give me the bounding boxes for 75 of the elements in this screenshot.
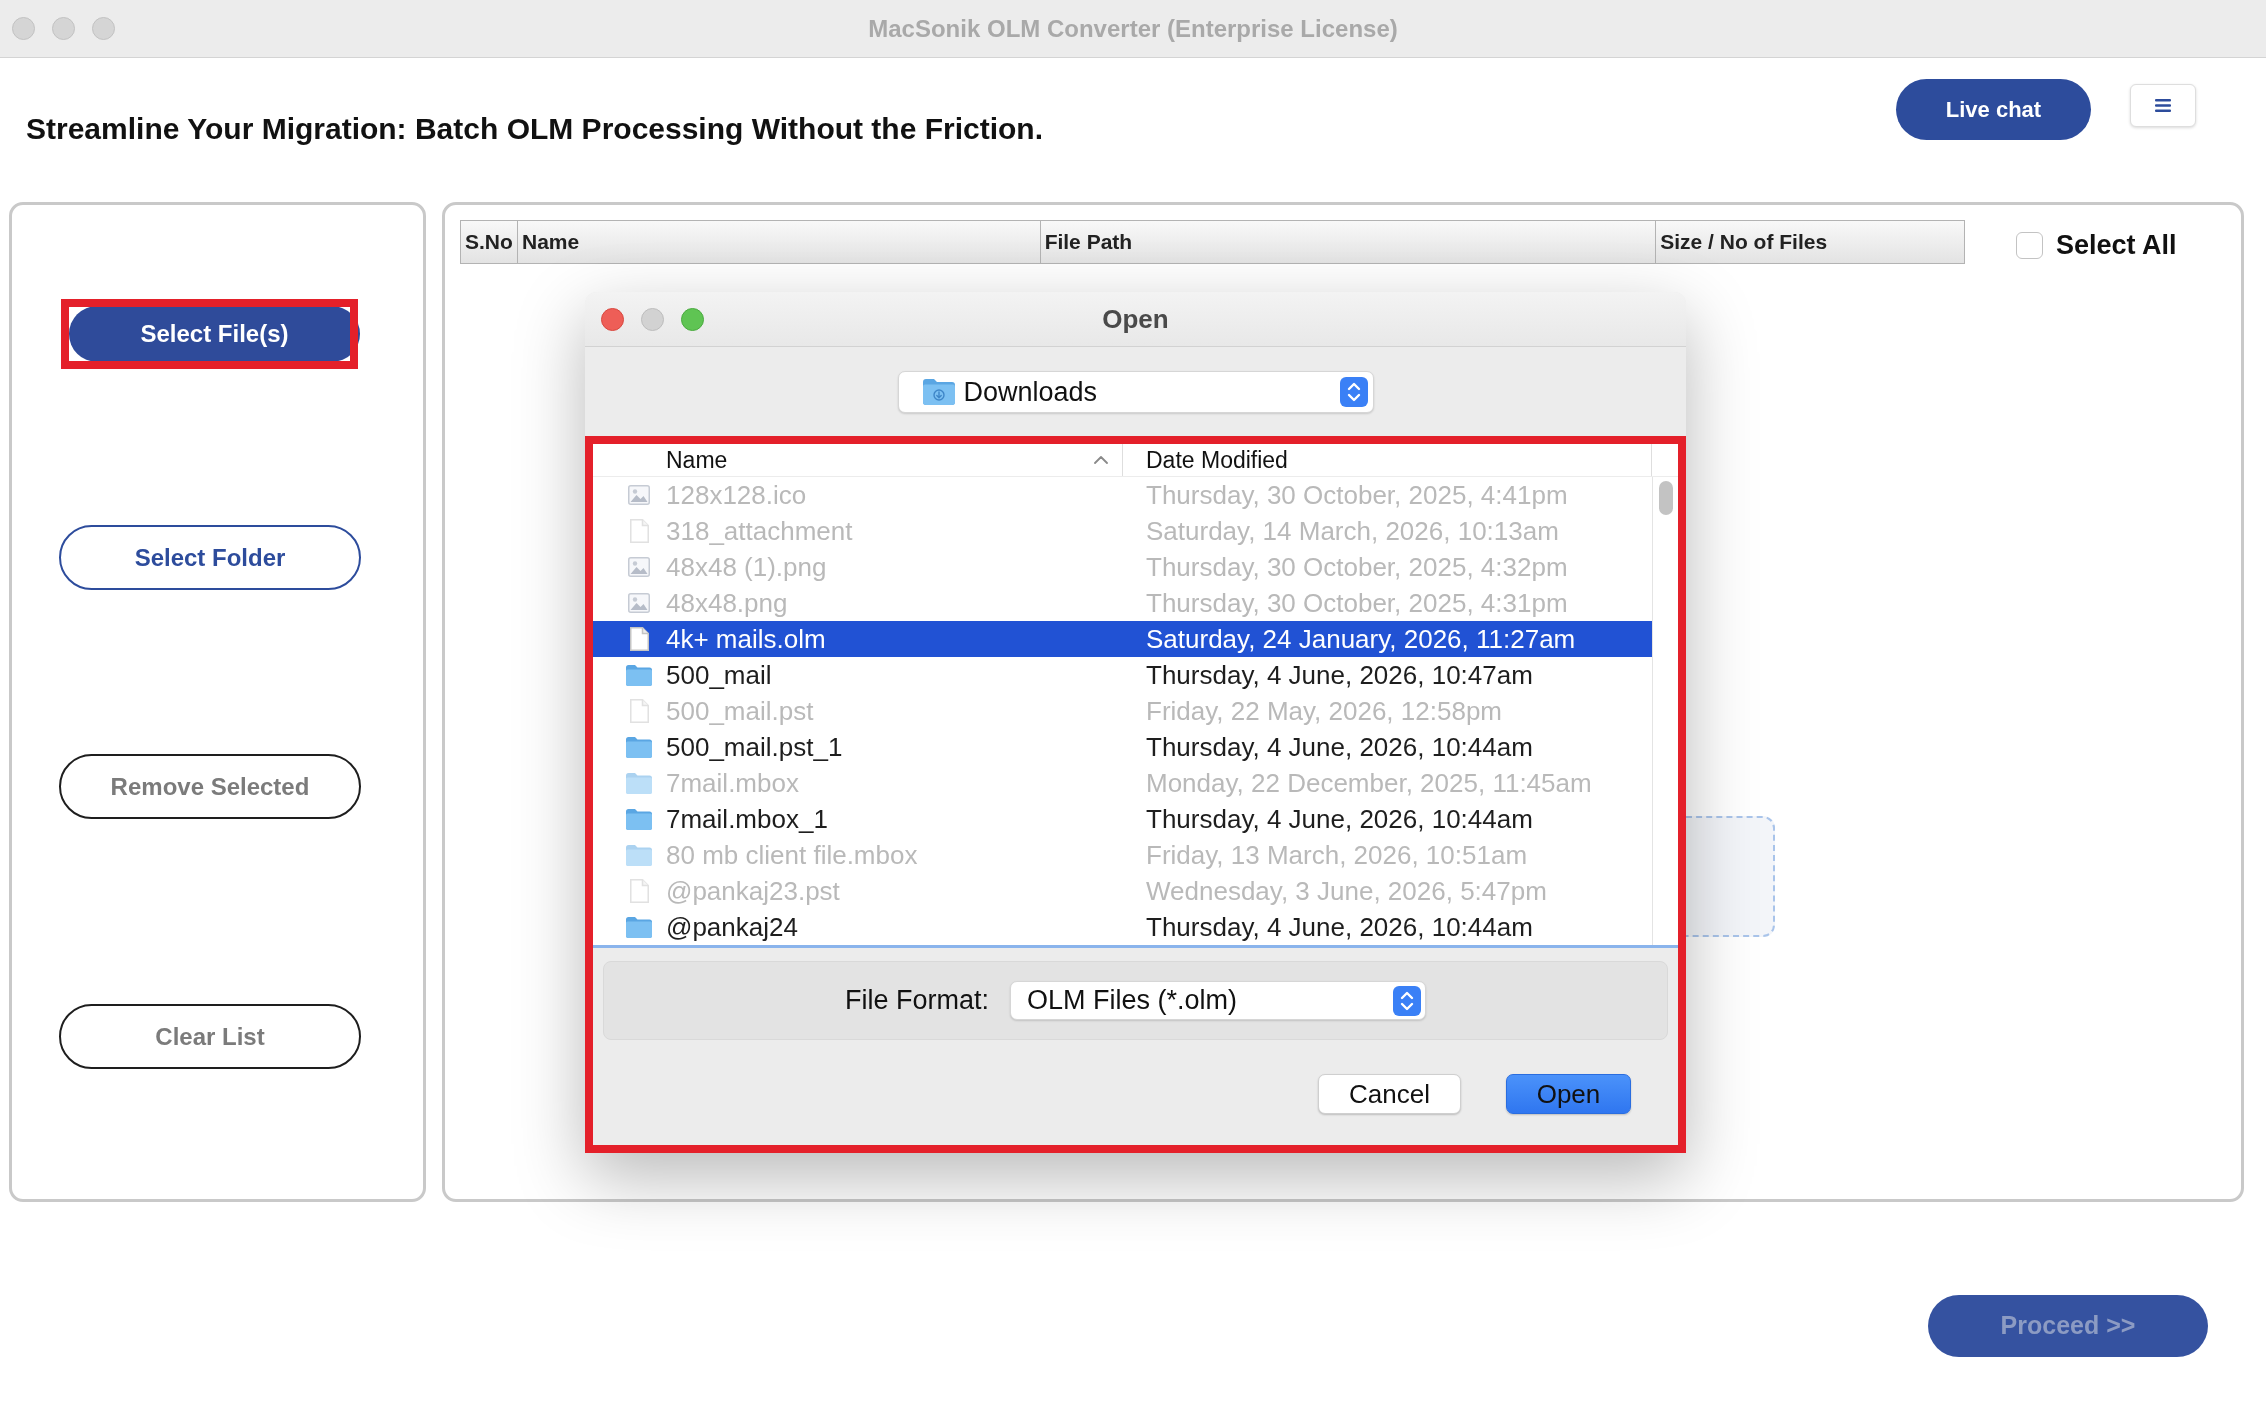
folder-icon xyxy=(626,916,652,938)
document-icon xyxy=(629,699,649,723)
live-chat-button[interactable]: Live chat xyxy=(1896,79,2091,140)
dialog-button[interactable]: Cancel xyxy=(1318,1074,1461,1114)
file-format-dropdown[interactable]: OLM Files (*.olm) xyxy=(1010,981,1426,1020)
file-name: 80 mb client file.mbox xyxy=(666,840,918,870)
list-column-header[interactable]: Name xyxy=(593,444,1123,476)
file-row[interactable]: 500_mail Thursday, 4 June, 2026, 10:47am xyxy=(593,657,1652,693)
file-date: Thursday, 4 June, 2026, 10:44am xyxy=(1146,912,1533,942)
stepper-icon xyxy=(1393,985,1421,1016)
column-header[interactable]: File Path xyxy=(1040,221,1657,263)
file-date: Saturday, 24 January, 2026, 11:27am xyxy=(1146,624,1576,654)
document-icon xyxy=(629,879,649,903)
checkbox-label: Select All xyxy=(2056,228,2177,262)
file-name: 500_mail.pst xyxy=(666,696,814,726)
file-format-label: File Format: xyxy=(845,984,989,1018)
file-name: 500_mail xyxy=(666,660,772,690)
zoom-button[interactable] xyxy=(681,307,704,331)
file-name: 7mail.mbox xyxy=(666,768,799,798)
dialog-button[interactable]: Open xyxy=(1506,1074,1631,1114)
file-date: Monday, 22 December, 2025, 11:45am xyxy=(1146,768,1592,798)
zoom-button[interactable] xyxy=(92,17,115,40)
folder-icon xyxy=(626,664,652,686)
file-date: Thursday, 30 October, 2025, 4:32pm xyxy=(1146,552,1568,582)
minimize-button[interactable] xyxy=(52,17,75,40)
list-column-header[interactable]: Date Modified xyxy=(1123,444,1652,476)
file-date: Thursday, 4 June, 2026, 10:44am xyxy=(1146,804,1533,834)
image-icon xyxy=(628,485,650,505)
file-date: Thursday, 4 June, 2026, 10:44am xyxy=(1146,732,1533,762)
document-icon xyxy=(629,627,649,651)
dialog-title: Open xyxy=(1102,302,1169,336)
folder-icon xyxy=(626,772,652,794)
folder-icon xyxy=(922,379,955,405)
minimize-button[interactable] xyxy=(641,307,664,331)
file-name: 48x48.png xyxy=(666,588,788,618)
menu-icon xyxy=(2155,99,2171,112)
file-name: @pankaj24 xyxy=(666,912,798,942)
file-name: 500_mail.pst_1 xyxy=(666,732,843,762)
close-button[interactable] xyxy=(12,17,35,40)
file-date: Wednesday, 3 June, 2026, 5:47pm xyxy=(1146,876,1547,906)
file-date: Friday, 22 May, 2026, 12:58pm xyxy=(1146,696,1502,726)
action-button[interactable]: Select Folder xyxy=(59,525,361,590)
file-name: 4k+ mails.olm xyxy=(666,624,826,654)
document-icon xyxy=(629,519,649,543)
file-date: Saturday, 14 March, 2026, 10:13am xyxy=(1146,516,1559,546)
file-row[interactable]: 4k+ mails.olm Saturday, 24 January, 2026, 11:27am xyxy=(593,621,1652,657)
file-date: Thursday, 30 October, 2025, 4:31pm xyxy=(1146,588,1568,618)
file-date: Friday, 13 March, 2026, 10:51am xyxy=(1146,840,1528,870)
column-header[interactable]: Name xyxy=(517,221,1041,263)
window-title: MacSonik OLM Converter (Enterprise License) xyxy=(868,13,1398,44)
file-row[interactable]: 7mail.mbox_1 Thursday, 4 June, 2026, 10:44am xyxy=(593,801,1652,837)
action-button[interactable]: Select File(s) xyxy=(69,306,360,362)
menu-button[interactable] xyxy=(2130,84,2196,127)
location-dropdown[interactable]: Downloads xyxy=(897,371,1374,413)
stepper-icon xyxy=(1339,377,1368,407)
column-header[interactable]: S.No xyxy=(461,221,518,263)
folder-icon xyxy=(626,808,652,830)
checkbox[interactable] xyxy=(2016,231,2043,259)
headline: Streamline Your Migration: Batch OLM Processing Without the Friction. xyxy=(26,111,1044,147)
column-header[interactable]: Size / No of Files xyxy=(1656,221,1965,263)
file-name: 7mail.mbox_1 xyxy=(666,804,828,834)
folder-icon xyxy=(626,736,652,758)
file-name: @pankaj23.pst xyxy=(666,876,840,906)
close-button[interactable] xyxy=(601,307,624,331)
file-name: 48x48 (1).png xyxy=(666,552,827,582)
image-icon xyxy=(628,593,650,613)
file-date: Thursday, 30 October, 2025, 4:41pm xyxy=(1146,480,1568,510)
file-name: 128x128.ico xyxy=(666,480,807,510)
folder-icon xyxy=(626,844,652,866)
file-row[interactable]: 500_mail.pst_1 Thursday, 4 June, 2026, 10:44am xyxy=(593,729,1652,765)
file-name: 318_attachment xyxy=(666,516,853,546)
image-icon xyxy=(628,557,650,577)
file-row[interactable]: @pankaj24 Thursday, 4 June, 2026, 10:44am xyxy=(593,909,1652,945)
scrollbar-thumb[interactable] xyxy=(1658,481,1673,515)
file-date: Thursday, 4 June, 2026, 10:47am xyxy=(1146,660,1533,690)
